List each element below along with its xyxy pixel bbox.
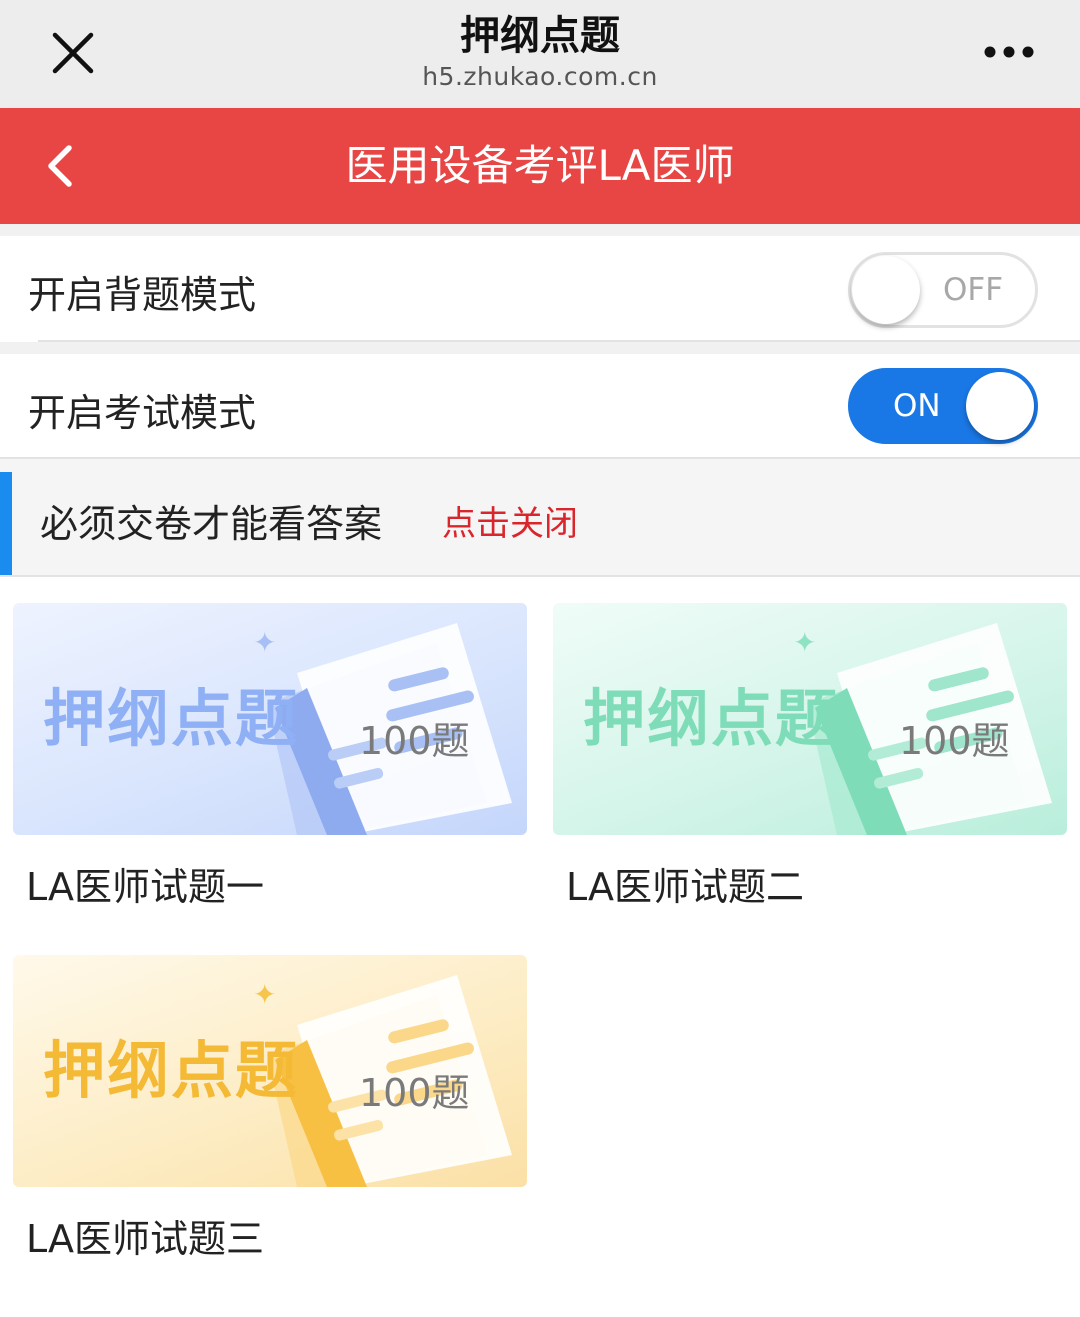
exam-card-1[interactable]: ✦ 押纲点题 100题: [13, 603, 527, 835]
browser-top-bar: 押纲点题 h5.zhukao.com.cn: [0, 0, 1080, 108]
exam-title-2[interactable]: LA医师试题二: [566, 862, 804, 912]
close-notice-link[interactable]: 点击关闭: [442, 472, 578, 576]
page-title: 医用设备考评LA医师: [345, 141, 735, 190]
card-banner-title: 押纲点题: [583, 682, 840, 755]
notice-text: 必须交卷才能看答案: [40, 502, 383, 546]
divider: [0, 575, 1080, 577]
setting-row-recite-mode: 开启背题模式 OFF: [0, 236, 1080, 342]
more-options-button[interactable]: [974, 22, 1044, 82]
question-count: 100题: [899, 719, 1010, 763]
exam-card-3[interactable]: ✦ 押纲点题 100题: [13, 955, 527, 1187]
browser-title: 押纲点题: [460, 13, 620, 59]
section-gap: [0, 342, 1080, 354]
browser-url: h5.zhukao.com.cn: [422, 62, 658, 91]
sparkle-icon: ✦: [253, 626, 277, 659]
chevron-left-icon: [48, 145, 72, 187]
notice-accent-bar: [0, 472, 12, 576]
toggle-state-text: ON: [893, 388, 941, 424]
toggle-state-text: OFF: [943, 272, 1004, 308]
section-gap: [0, 224, 1080, 236]
sparkle-icon: ✦: [793, 626, 817, 659]
card-banner-title: 押纲点题: [43, 682, 300, 755]
setting-label-recite-mode: 开启背题模式: [28, 273, 257, 317]
exam-mode-toggle[interactable]: ON: [848, 368, 1038, 444]
question-count: 100题: [359, 719, 470, 763]
section-gap: [0, 459, 1080, 472]
exam-title-1[interactable]: LA医师试题一: [26, 862, 264, 912]
page-header: 医用设备考评LA医师: [0, 108, 1080, 224]
question-count: 100题: [359, 1071, 470, 1115]
exam-title-3[interactable]: LA医师试题三: [26, 1214, 264, 1264]
sparkle-icon: ✦: [253, 978, 277, 1011]
card-banner-title: 押纲点题: [43, 1034, 300, 1107]
recite-mode-toggle[interactable]: OFF: [848, 252, 1038, 328]
toggle-knob: [852, 256, 920, 324]
exam-card-2[interactable]: ✦ 押纲点题 100题: [553, 603, 1067, 835]
toggle-knob: [966, 372, 1034, 440]
setting-label-exam-mode: 开启考试模式: [28, 391, 257, 435]
back-button[interactable]: [30, 136, 90, 196]
more-horizontal-icon: [984, 46, 1034, 58]
notice-bar: 必须交卷才能看答案 点击关闭: [0, 472, 1080, 576]
setting-row-exam-mode: 开启考试模式 ON: [0, 354, 1080, 458]
